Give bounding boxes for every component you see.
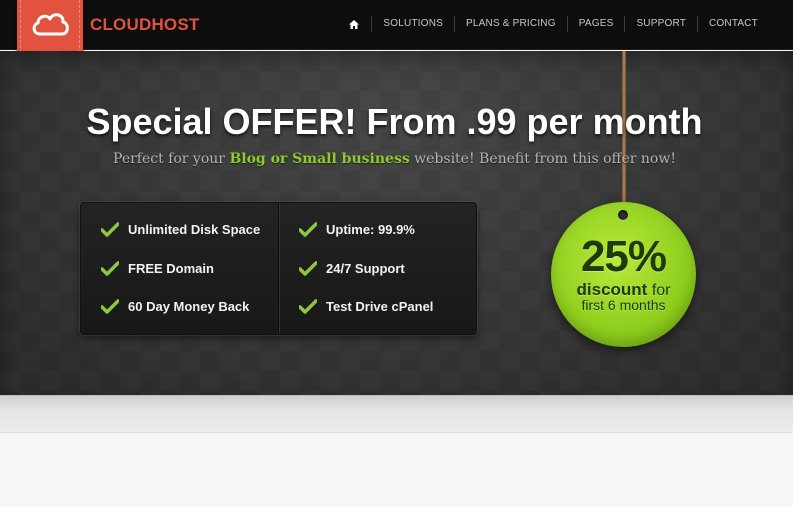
features-box: Unlimited Disk Space FREE Domain 60 Day … (80, 202, 477, 335)
feature-label: Unlimited Disk Space (128, 221, 261, 237)
feature-item: Test Drive cPanel (299, 296, 433, 316)
home-icon (349, 19, 360, 29)
separator-band (0, 395, 793, 432)
checkmark-icon (101, 298, 119, 314)
hero-banner: Special OFFER! From .99 per month Perfec… (0, 51, 793, 395)
discount-tag[interactable]: 25% discount for first 6 months (551, 202, 696, 347)
nav-contact[interactable]: CONTACT (697, 16, 769, 32)
checkmark-icon (299, 221, 317, 237)
checkmark-icon (101, 221, 119, 237)
feature-label: 24/7 Support (326, 260, 405, 276)
feature-item: Unlimited Disk Space (101, 219, 260, 239)
feature-label: 60 Day Money Back (128, 298, 250, 314)
feature-item: FREE Domain (101, 258, 214, 278)
feature-label: Uptime: 99.9% (326, 221, 415, 237)
tag-hole (618, 210, 628, 220)
hero-subline: Perfect for your Blog or Small business … (0, 151, 789, 167)
discount-text: discount for first 6 months (551, 281, 696, 313)
hero-headline: Special OFFER! From .99 per month (86, 101, 703, 142)
main-nav: SOLUTIONS PLANS & PRICING PAGES SUPPORT … (337, 16, 769, 32)
checkmark-icon (299, 260, 317, 276)
subline-accent: Blog or Small business (229, 151, 410, 167)
subline-suffix: website! Benefit from this offer now! (409, 151, 676, 167)
checkmark-icon (101, 260, 119, 276)
brand-name[interactable]: CLOUDHOST (90, 15, 199, 35)
subline-prefix: Perfect for your (113, 151, 230, 167)
nav-plans-pricing[interactable]: PLANS & PRICING (454, 16, 567, 32)
feature-item: Uptime: 99.9% (299, 219, 415, 239)
discount-period: first 6 months (581, 297, 666, 313)
feature-label: Test Drive cPanel (326, 298, 434, 314)
nav-home[interactable] (337, 16, 371, 32)
nav-support[interactable]: SUPPORT (624, 16, 697, 32)
discount-percent: 25% (580, 232, 667, 281)
top-header: CLOUDHOST SOLUTIONS PLANS & PRICING PAGE… (0, 0, 793, 81)
cloud-icon (32, 13, 69, 36)
features-divider (278, 203, 280, 334)
feature-label: FREE Domain (128, 260, 214, 276)
content-area (0, 432, 793, 507)
feature-item: 60 Day Money Back (101, 296, 249, 316)
nav-solutions[interactable]: SOLUTIONS (371, 16, 454, 32)
feature-item: 24/7 Support (299, 258, 405, 278)
checkmark-icon (299, 298, 317, 314)
nav-pages[interactable]: PAGES (566, 16, 625, 32)
